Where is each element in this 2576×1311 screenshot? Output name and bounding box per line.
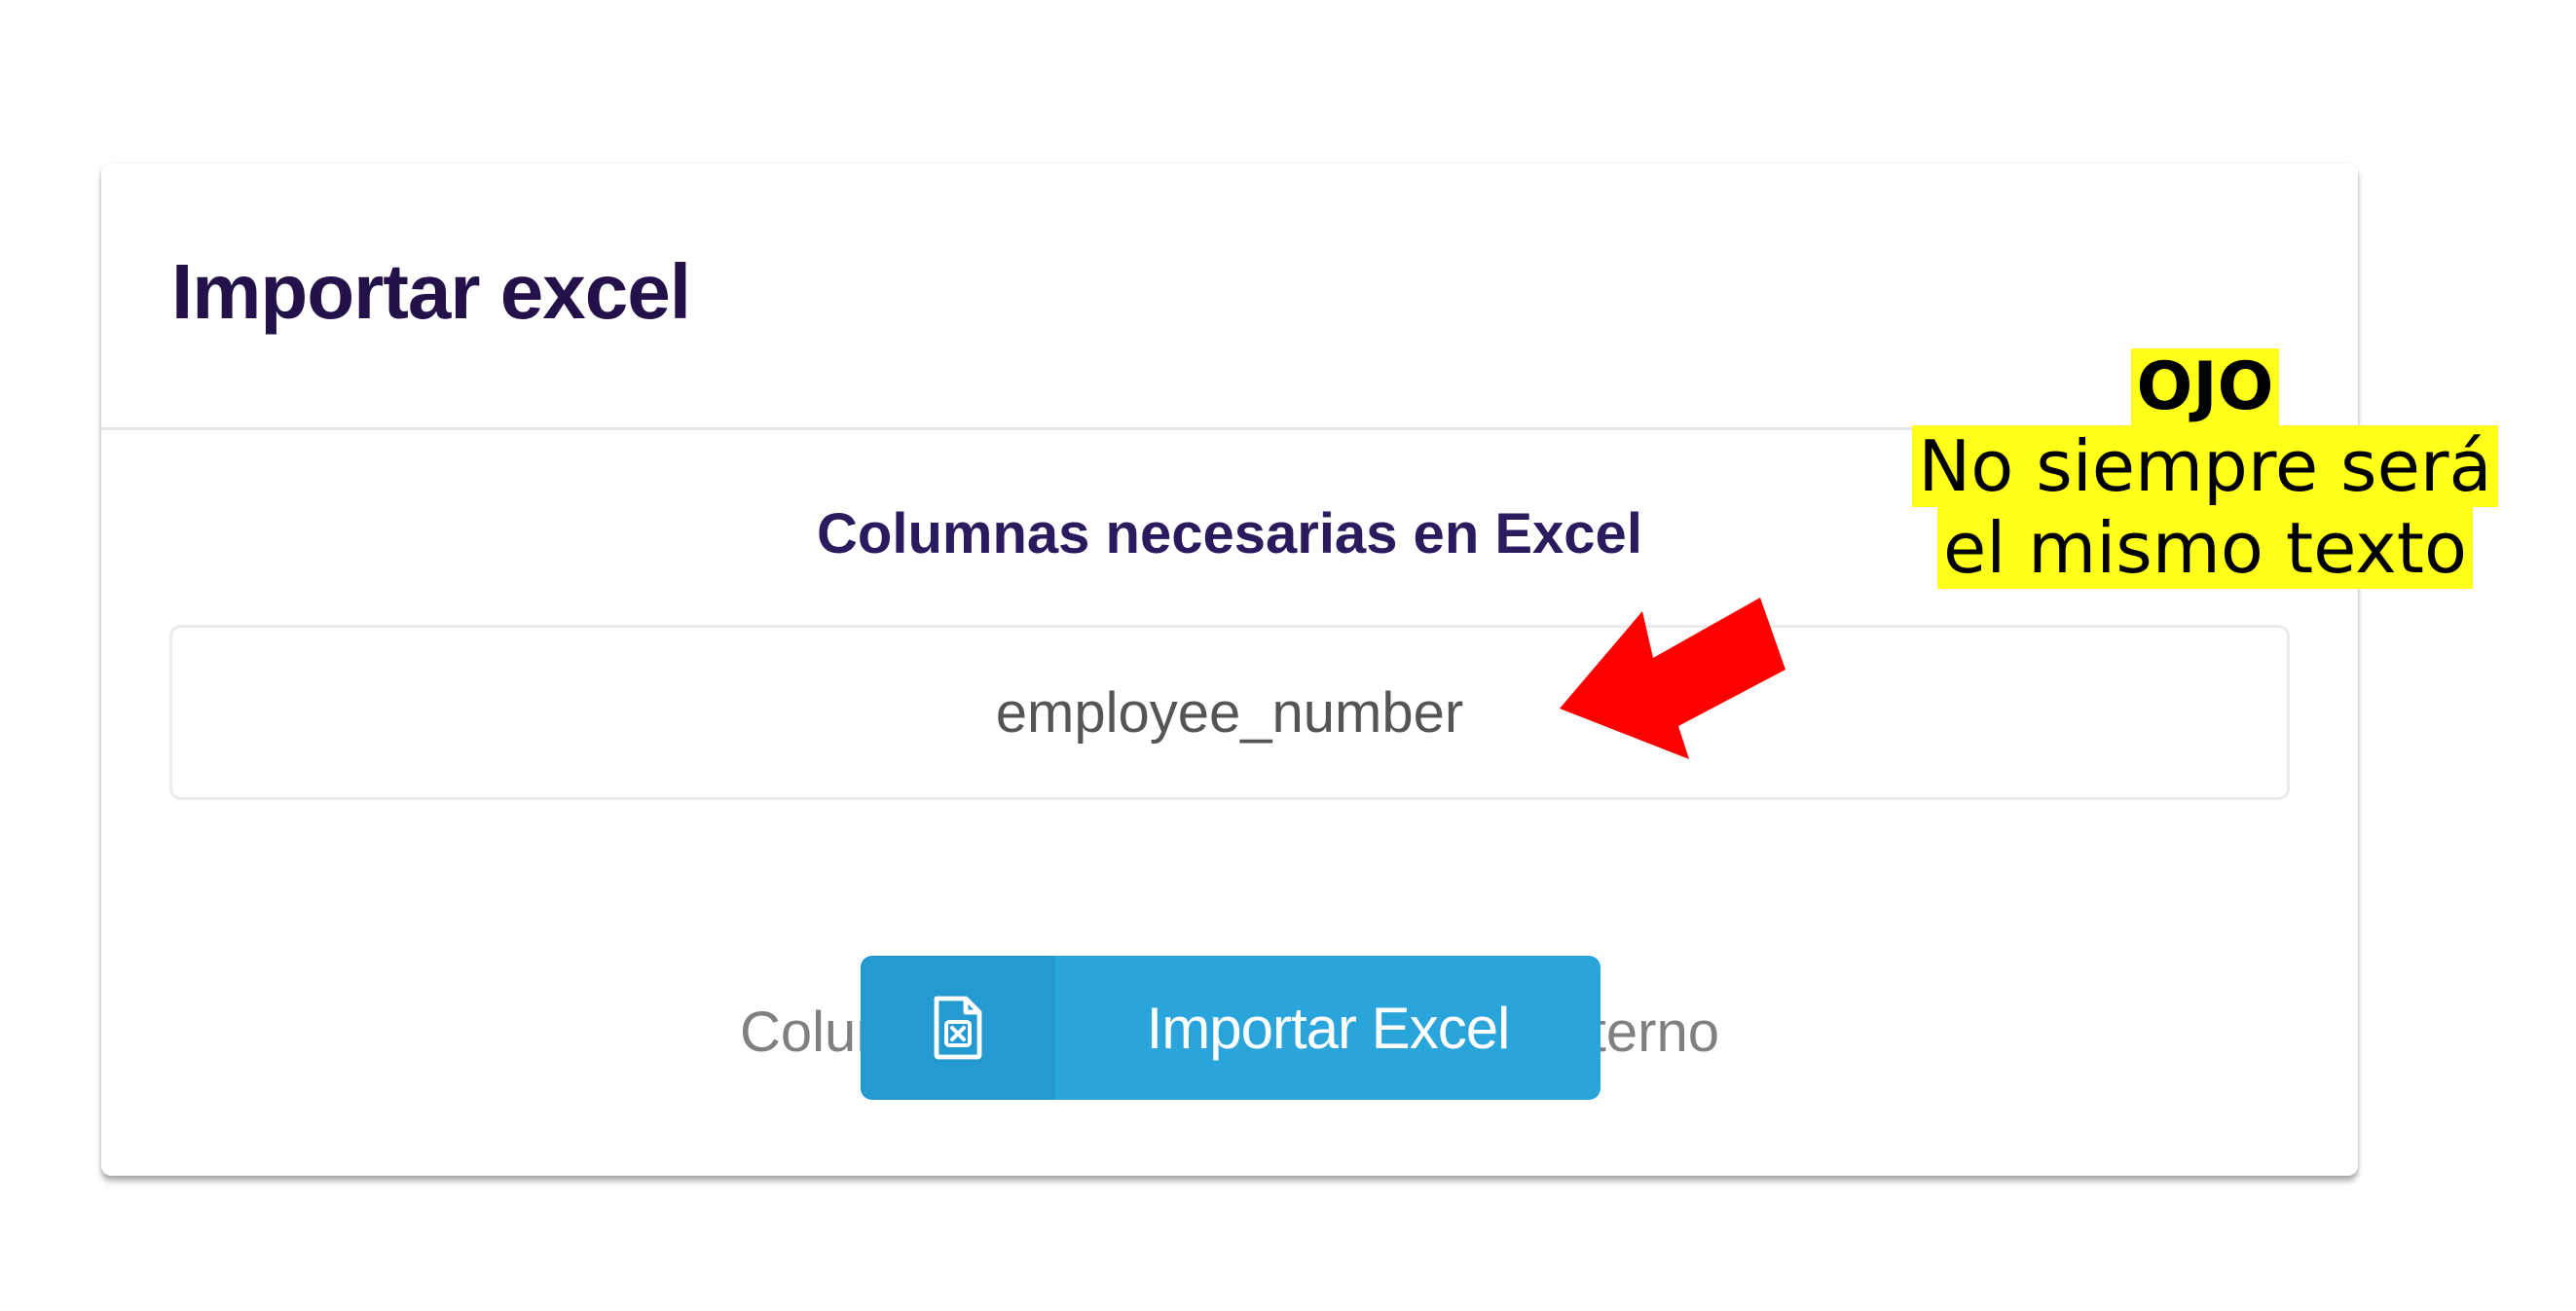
dialog-title: Importar excel (171, 248, 691, 335)
annotation-line-2: el mismo texto (1936, 507, 2474, 589)
annotation-note: OJO No siempre será el mismo texto (1879, 348, 2531, 589)
import-excel-button[interactable]: Importar Excel (861, 956, 1601, 1100)
required-column-name: employee_number (995, 680, 1464, 745)
red-arrow-icon (1560, 598, 1785, 759)
annotation-line-1: No siempre será (1912, 425, 2498, 507)
import-button-label: Importar Excel (1146, 995, 1511, 1061)
file-excel-icon (861, 956, 1055, 1100)
annotation-title: OJO (2130, 348, 2280, 425)
import-excel-dialog: Importar excel Columnas necesarias en Ex… (101, 164, 2358, 1176)
required-columns-box: employee_number (169, 625, 2290, 800)
